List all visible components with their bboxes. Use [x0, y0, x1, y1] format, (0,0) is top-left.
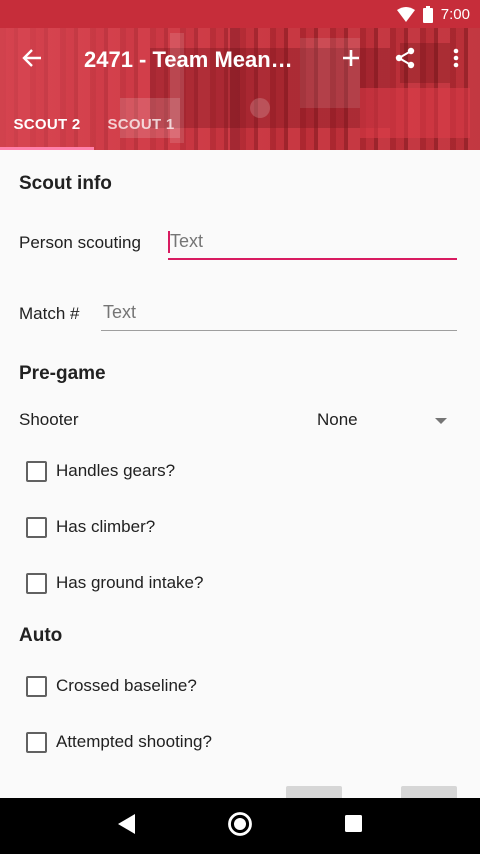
nav-back-icon — [117, 813, 136, 839]
nav-home-button[interactable] — [220, 806, 260, 846]
section-title-scout-info: Scout info — [19, 173, 112, 194]
checkbox-row-handles-gears[interactable]: Handles gears? — [26, 453, 175, 489]
tab-scout-2[interactable]: SCOUT 2 — [0, 98, 94, 150]
person-scouting-label: Person scouting — [19, 233, 141, 252]
more-vert-icon — [453, 48, 459, 73]
status-bar: 7:00 — [0, 0, 480, 28]
nav-home-icon — [227, 811, 253, 842]
has-climber-checkbox[interactable] — [26, 516, 47, 538]
checkbox-label: Crossed baseline? — [56, 676, 197, 695]
scouting-form: Scout info Person scouting Match # Pre-g… — [0, 150, 480, 798]
share-button[interactable] — [378, 28, 432, 92]
nav-recents-button[interactable] — [333, 806, 373, 846]
back-arrow-icon — [21, 47, 43, 74]
checkbox-label: Attempted shooting? — [56, 732, 212, 751]
system-navigation-bar — [0, 798, 480, 854]
nav-recents-icon — [344, 815, 362, 837]
shooter-selected-value: None — [317, 410, 358, 429]
more-options-button[interactable] — [432, 28, 480, 92]
dropdown-arrow-icon — [435, 410, 447, 430]
toolbar: 2471 - Team Mean… — [0, 28, 480, 92]
text-cursor — [168, 231, 170, 253]
counter-increment-button[interactable] — [401, 786, 457, 798]
checkbox-row-attempted-shooting[interactable]: Attempted shooting? — [26, 724, 212, 760]
handles-gears-checkbox[interactable] — [26, 460, 47, 482]
status-time: 7:00 — [440, 5, 470, 23]
wifi-icon — [396, 6, 415, 22]
tab-scout-1[interactable]: SCOUT 1 — [94, 98, 188, 150]
checkbox-row-crossed-baseline[interactable]: Crossed baseline? — [26, 668, 197, 704]
battery-icon — [422, 5, 433, 23]
shooter-dropdown[interactable]: None — [317, 405, 447, 435]
attempted-shooting-checkbox[interactable] — [26, 731, 47, 753]
app-bar-header: 2471 - Team Mean… SCOUT 2 SCOUT 1 — [0, 28, 480, 150]
match-number-label: Match # — [19, 304, 80, 323]
tab-bar: SCOUT 2 SCOUT 1 — [0, 98, 188, 150]
nav-back-button[interactable] — [107, 806, 147, 846]
shooter-label: Shooter — [19, 410, 79, 429]
section-title-auto: Auto — [19, 625, 63, 646]
person-scouting-input[interactable] — [168, 224, 457, 260]
checkbox-row-has-climber[interactable]: Has climber? — [26, 509, 155, 545]
checkbox-label: Has ground intake? — [56, 573, 204, 592]
crossed-baseline-checkbox[interactable] — [26, 675, 47, 697]
checkbox-label: Has climber? — [56, 517, 156, 536]
share-icon — [393, 46, 417, 75]
section-title-pre-game: Pre-game — [19, 363, 106, 384]
tab-label: SCOUT 2 — [13, 115, 81, 133]
checkbox-label: Handles gears? — [56, 461, 176, 480]
page-title: 2471 - Team Mean… — [84, 47, 293, 72]
tab-label: SCOUT 1 — [107, 115, 175, 133]
has-ground-intake-checkbox[interactable] — [26, 572, 47, 594]
add-button[interactable] — [324, 28, 378, 92]
add-icon — [341, 48, 361, 73]
checkbox-row-has-ground-intake[interactable]: Has ground intake? — [26, 565, 203, 601]
match-number-input[interactable] — [101, 295, 457, 331]
counter-decrement-button[interactable] — [286, 786, 342, 798]
back-button[interactable] — [0, 28, 64, 92]
